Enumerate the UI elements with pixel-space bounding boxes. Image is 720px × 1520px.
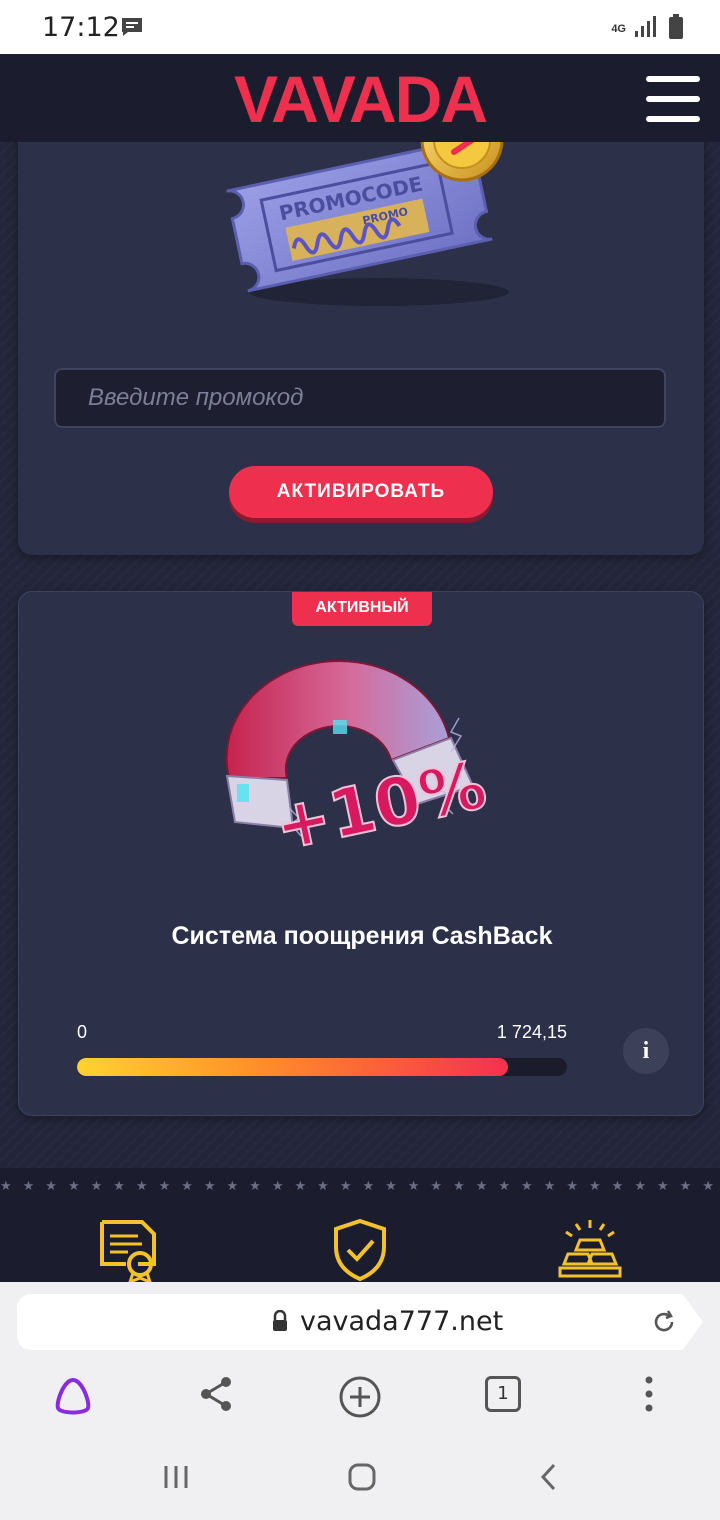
recent-apps-icon[interactable] [162,1462,190,1497]
system-navigation-bar [0,1436,720,1520]
logo-text: VAVADA [234,68,486,130]
tabs-counter-icon[interactable]: 1 [485,1376,521,1412]
security-shield-icon[interactable] [330,1218,390,1287]
promocode-card: PROMOCODE PROMO АКТИВИРОВАТЬ [18,142,704,555]
more-icon[interactable] [643,1374,655,1419]
progress-max-label: 1 724,15 [496,1022,567,1042]
site-header: VAVADA [0,54,720,142]
page-content: PROMOCODE PROMO АКТИВИРОВАТЬ АКТИВНЫЙ [0,142,720,1282]
status-indicators: 4G [611,14,684,45]
cashback-magnet-image: +10% [199,658,519,893]
message-icon [120,16,144,43]
license-certificate-icon[interactable] [98,1218,164,1287]
gold-bars-icon[interactable] [556,1218,624,1285]
promocode-input[interactable] [54,368,666,428]
activate-button[interactable]: АКТИВИРОВАТЬ [229,466,493,518]
status-badge: АКТИВНЫЙ [292,592,432,626]
stars-divider: ★★★★★★★★★★★★★★★★★★★★★★★★★★★★★★★★ [0,1178,720,1192]
progress-min-label: 0 [77,1022,88,1042]
network-type: 4G [611,23,626,35]
back-icon[interactable] [538,1462,560,1497]
alice-assistant-icon[interactable] [52,1374,94,1421]
cashback-title: Система поощрения CashBack [171,922,553,950]
address-bar[interactable]: vavada777.net [17,1294,703,1350]
share-icon[interactable] [198,1374,234,1419]
cashback-card: АКТИВНЫЙ +10% Система поощрения CashBack… [18,591,704,1116]
browser-url-area: vavada777.net [0,1282,720,1360]
progress-fill [77,1058,509,1076]
vavada-logo[interactable]: VAVADA [180,62,540,136]
status-time: 17:12 [42,12,120,43]
site-footer: ★★★★★★★★★★★★★★★★★★★★★★★★★★★★★★★★ [0,1168,720,1285]
status-bar: 17:12 4G [0,0,720,54]
url-text[interactable]: vavada777.net [300,1306,503,1337]
signal-icon [634,15,660,44]
reload-icon[interactable] [651,1308,677,1341]
hamburger-menu-icon[interactable] [646,76,700,122]
cashback-progress-bar [77,1058,567,1076]
new-tab-icon[interactable] [337,1374,383,1425]
promocode-ticket-image: PROMOCODE PROMO [204,142,534,317]
battery-icon [668,14,684,45]
info-button[interactable]: i [623,1028,669,1074]
bonus-percent-text: +10% [268,746,493,866]
home-icon[interactable] [347,1462,377,1497]
browser-toolbar: 1 [0,1360,720,1436]
lock-icon [271,1309,289,1337]
